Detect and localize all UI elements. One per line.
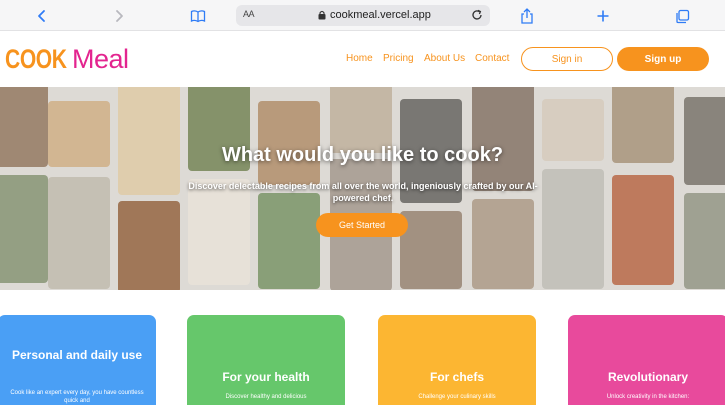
nav-home-link[interactable]: Home [346, 53, 373, 64]
logo-cook-text: COOK [5, 44, 67, 74]
browser-toolbar: AA cookmeal.vercel.app [0, 0, 725, 31]
reader-text-size-icon[interactable]: AA [243, 9, 255, 19]
nav-pricing-link[interactable]: Pricing [383, 53, 414, 64]
sign-in-button[interactable]: Sign in [521, 47, 613, 71]
card-description: Challenge your culinary skills [418, 394, 496, 400]
reload-icon[interactable] [470, 8, 484, 25]
cookmeal-logo[interactable]: COOK Meal [5, 44, 129, 74]
site-header: COOK Meal Home Pricing About Us Contact S… [0, 31, 725, 87]
forward-icon[interactable] [108, 5, 130, 27]
lock-icon [318, 10, 326, 23]
feature-card-health: For your health Discover healthy and del… [187, 315, 345, 405]
url-text: cookmeal.vercel.app [330, 9, 431, 21]
card-description: Unlock creativity in the kitchen: [606, 394, 690, 400]
card-title: Revolutionary [607, 370, 688, 384]
hero-title: What would you like to cook? [221, 144, 504, 166]
bookmarks-icon[interactable] [187, 5, 209, 27]
logo-meal-text: Meal [72, 44, 129, 74]
back-icon[interactable] [31, 5, 53, 27]
card-title: For your health [222, 370, 310, 384]
sign-up-button[interactable]: Sign up [617, 47, 709, 71]
feature-card-personal: Personal and daily use Cook like an expe… [0, 315, 156, 405]
get-started-button[interactable]: Get Started [316, 213, 408, 237]
card-title: Personal and daily use [11, 348, 143, 362]
nav-about-link[interactable]: About Us [424, 53, 465, 64]
card-description: Discover healthy and delicious [225, 394, 307, 400]
feature-card-chefs: For chefs Challenge your culinary skills [378, 315, 536, 405]
nav-contact-link[interactable]: Contact [475, 53, 509, 64]
new-tab-icon[interactable] [592, 5, 614, 27]
address-bar[interactable]: AA cookmeal.vercel.app [236, 5, 490, 26]
tabs-overview-icon[interactable] [671, 5, 693, 27]
hero-subtitle: Discover delectable recipes from all ove… [188, 181, 538, 203]
card-title: For chefs [429, 370, 484, 384]
card-description: Cook like an expert every day, you have … [10, 390, 144, 404]
feature-card-revolutionary: Revolutionary Unlock creativity in the k… [568, 315, 725, 405]
share-icon[interactable] [516, 5, 538, 27]
hero-section: What would you like to cook? Discover de… [0, 87, 725, 290]
